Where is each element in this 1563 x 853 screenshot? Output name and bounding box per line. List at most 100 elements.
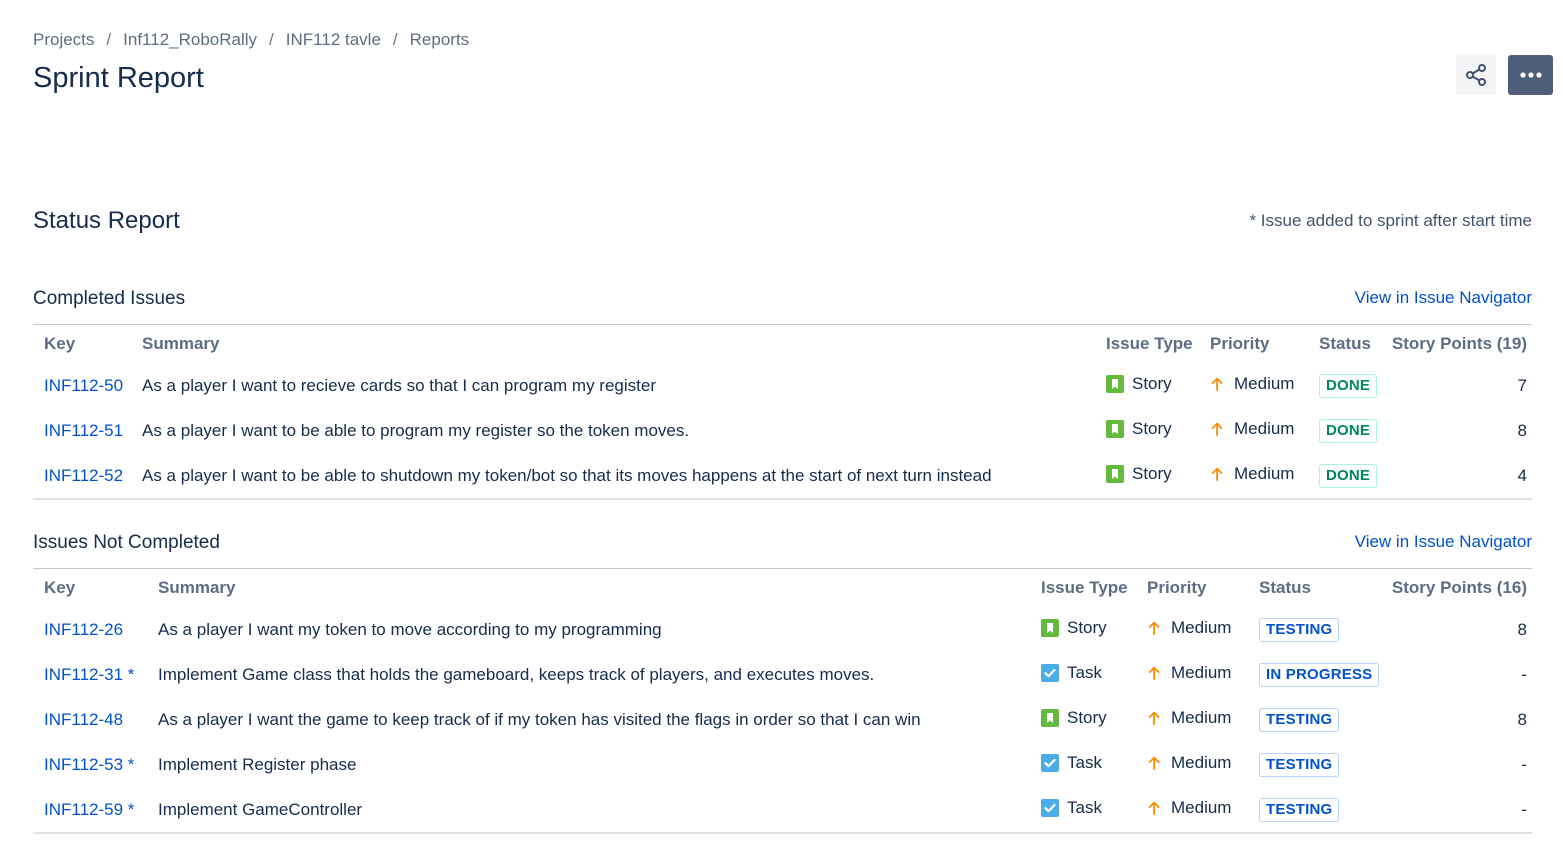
priority-cell: Medium: [1136, 607, 1248, 652]
status-report-heading: Status Report: [33, 207, 180, 234]
breadcrumb-separator: /: [106, 30, 112, 49]
priority-label: Medium: [1171, 662, 1232, 682]
issue-key-link[interactable]: INF112-51: [44, 421, 123, 440]
issue-type-cell: Story: [1030, 607, 1136, 652]
priority-cell: Medium: [1136, 652, 1248, 697]
status-badge: TESTING: [1259, 617, 1340, 642]
issue-key-link[interactable]: INF112-48: [44, 710, 123, 729]
story-icon: [1106, 374, 1124, 393]
breadcrumb-separator: /: [392, 30, 398, 49]
issue-summary: Implement Game class that holds the game…: [158, 664, 875, 684]
priority-label: Medium: [1171, 707, 1232, 727]
column-issue-type[interactable]: Issue Type: [1030, 569, 1136, 607]
issue-key-link[interactable]: INF112-52: [44, 466, 123, 485]
issue-summary: As a player I want my token to move acco…: [158, 619, 662, 639]
completed-issues-title: Completed Issues: [33, 288, 186, 309]
issue-key-cell: INF112-50: [33, 363, 131, 408]
priority-cell: Medium: [1199, 453, 1308, 499]
issue-type-cell: Task: [1030, 787, 1136, 833]
table-row: INF112-26 As a player I want my token to …: [33, 607, 1532, 652]
status-badge: TESTING: [1259, 707, 1340, 732]
breadcrumb-projects[interactable]: Projects: [33, 30, 94, 49]
table-row: INF112-53 * Implement Register phase Task M…: [33, 742, 1532, 787]
table-header-row: Key Summary Issue Type Priority Status S…: [33, 569, 1532, 607]
column-summary[interactable]: Summary: [131, 325, 1095, 363]
issue-type-label: Task: [1067, 752, 1102, 772]
issue-key-cell: INF112-59 *: [33, 787, 147, 833]
issue-key-link[interactable]: INF112-50: [44, 376, 123, 395]
issue-type-cell: Story: [1095, 453, 1199, 499]
task-icon: [1041, 663, 1059, 682]
issue-type-label: Task: [1067, 797, 1102, 817]
status-badge: TESTING: [1259, 752, 1340, 777]
breadcrumb-project[interactable]: Inf112_RoboRally: [123, 30, 257, 49]
issue-type-label: Story: [1067, 707, 1107, 727]
issue-type-label: Story: [1067, 617, 1107, 637]
issue-key-cell: INF112-51: [33, 408, 131, 453]
priority-label: Medium: [1234, 373, 1295, 393]
column-summary[interactable]: Summary: [147, 569, 1030, 607]
issue-type-label: Story: [1132, 418, 1172, 438]
task-icon: [1041, 753, 1059, 772]
table-row: INF112-31 * Implement Game class that hol…: [33, 652, 1532, 697]
status-badge: DONE: [1319, 418, 1378, 443]
priority-label: Medium: [1234, 463, 1295, 483]
priority-medium-icon: [1211, 377, 1223, 391]
not-completed-view-in-navigator-link[interactable]: View in Issue Navigator: [1355, 532, 1532, 552]
column-key[interactable]: Key: [33, 325, 131, 363]
column-story-points[interactable]: Story Points (16): [1379, 569, 1532, 607]
more-icon: [1519, 72, 1542, 78]
priority-cell: Medium: [1199, 408, 1308, 453]
issue-type-cell: Story: [1030, 697, 1136, 742]
story-points: 4: [1517, 465, 1527, 485]
breadcrumb: Projects / Inf112_RoboRally / INF112 tavle / R…: [33, 30, 469, 50]
column-story-points[interactable]: Story Points (19): [1378, 325, 1532, 363]
status-badge: TESTING: [1259, 797, 1340, 822]
not-completed-issues-title: Issues Not Completed: [33, 532, 220, 553]
status-badge: IN PROGRESS: [1259, 662, 1380, 687]
table-header-row: Key Summary Issue Type Priority Status S…: [33, 325, 1532, 363]
table-row: INF112-51 As a player I want to be able t…: [33, 408, 1532, 453]
column-priority[interactable]: Priority: [1199, 325, 1308, 363]
completed-issues-table: Key Summary Issue Type Priority Status S…: [33, 325, 1532, 500]
priority-medium-icon: [1211, 422, 1223, 436]
breadcrumb-reports[interactable]: Reports: [410, 30, 470, 49]
priority-cell: Medium: [1136, 742, 1248, 787]
priority-medium-icon: [1148, 756, 1160, 770]
column-status[interactable]: Status: [1248, 569, 1379, 607]
issue-summary: Implement GameController: [158, 799, 363, 819]
table-row: INF112-50 As a player I want to recieve c…: [33, 363, 1532, 408]
issue-key-link[interactable]: INF112-26: [44, 620, 123, 639]
issue-key-link[interactable]: INF112-53 *: [44, 755, 134, 774]
priority-medium-icon: [1148, 801, 1160, 815]
priority-cell: Medium: [1199, 363, 1308, 408]
column-key[interactable]: Key: [33, 569, 147, 607]
story-icon: [1041, 618, 1059, 637]
story-icon: [1106, 419, 1124, 438]
more-actions-button[interactable]: [1508, 55, 1553, 95]
completed-view-in-navigator-link[interactable]: View in Issue Navigator: [1355, 288, 1532, 308]
share-icon: [1466, 64, 1486, 86]
status-cell: DONE: [1308, 453, 1378, 499]
status-badge: DONE: [1319, 373, 1378, 398]
issue-summary: As a player I want the game to keep trac…: [158, 709, 921, 729]
issue-key-link[interactable]: INF112-59 *: [44, 800, 134, 819]
priority-label: Medium: [1234, 418, 1295, 438]
share-button[interactable]: [1456, 55, 1496, 95]
story-icon: [1041, 708, 1059, 727]
page-title: Sprint Report: [33, 62, 204, 94]
not-completed-issues-header: Issues Not Completed View in Issue Navig…: [33, 524, 1532, 569]
issue-key-link[interactable]: INF112-31 *: [44, 665, 134, 684]
column-priority[interactable]: Priority: [1136, 569, 1248, 607]
column-issue-type[interactable]: Issue Type: [1095, 325, 1199, 363]
priority-label: Medium: [1171, 617, 1232, 637]
column-status[interactable]: Status: [1308, 325, 1378, 363]
priority-label: Medium: [1171, 752, 1232, 772]
priority-medium-icon: [1148, 621, 1160, 635]
status-cell: TESTING: [1248, 787, 1379, 833]
table-row: INF112-59 * Implement GameController Task M…: [33, 787, 1532, 833]
issue-type-label: Story: [1132, 463, 1172, 483]
issue-summary: As a player I want to recieve cards so t…: [142, 375, 656, 395]
breadcrumb-board[interactable]: INF112 tavle: [286, 30, 381, 49]
issue-key-cell: INF112-31 *: [33, 652, 147, 697]
